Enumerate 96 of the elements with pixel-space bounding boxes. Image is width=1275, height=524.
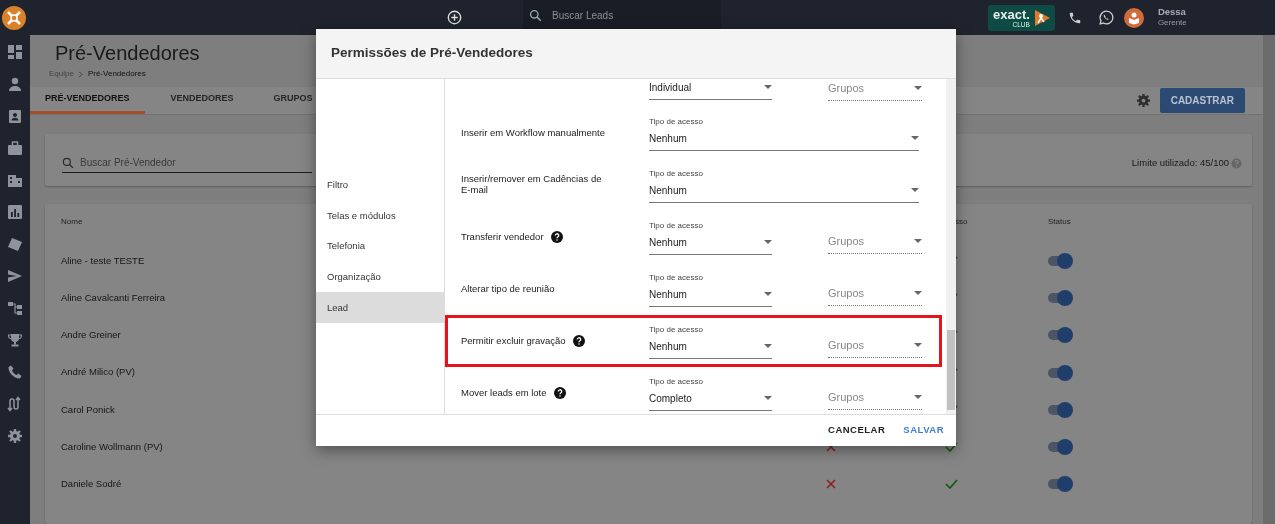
caret-icon bbox=[914, 343, 922, 348]
person-icon[interactable] bbox=[7, 76, 23, 92]
help-icon[interactable] bbox=[550, 231, 563, 243]
table-cell: André Milico (PV) bbox=[61, 365, 135, 380]
chevron-icon bbox=[77, 70, 84, 78]
permission-label: Permitir excluir gravação bbox=[461, 335, 566, 347]
nav-item[interactable]: Filtro bbox=[316, 170, 444, 201]
table-cell: Carol Ponick bbox=[61, 402, 115, 417]
caret-icon bbox=[764, 291, 772, 297]
column-header: Status bbox=[1048, 216, 1071, 228]
dashboard-icon[interactable] bbox=[7, 44, 23, 60]
table-cell: Andre Greiner bbox=[61, 328, 121, 343]
caret-icon bbox=[764, 239, 772, 245]
caret-icon bbox=[914, 85, 922, 91]
table-cell: Daniele Sodré bbox=[61, 477, 122, 492]
user-role: Gerente bbox=[1157, 18, 1187, 28]
groups-select[interactable]: Grupos bbox=[828, 232, 922, 254]
cancel-button[interactable]: CANCELAR bbox=[826, 421, 888, 440]
chart-icon[interactable] bbox=[7, 204, 23, 220]
chat-icon[interactable] bbox=[1097, 9, 1115, 26]
permission-label: Transferir vendedor bbox=[461, 231, 544, 243]
help-icon[interactable] bbox=[572, 335, 585, 347]
briefcase-icon[interactable] bbox=[7, 140, 23, 156]
access-select[interactable]: Nenhum bbox=[649, 285, 772, 307]
groups-select[interactable]: Grupos bbox=[828, 388, 922, 410]
field-label: Tipo de acesso bbox=[649, 115, 704, 128]
groups-select[interactable]: Grupos bbox=[828, 336, 922, 358]
tab[interactable]: GRUPOS bbox=[258, 87, 328, 114]
status-toggle[interactable] bbox=[1048, 442, 1072, 453]
register-button[interactable]: CADASTRAR bbox=[1159, 88, 1245, 113]
add-icon[interactable] bbox=[447, 10, 462, 25]
access-select[interactable]: Nenhum bbox=[649, 233, 772, 255]
caret-icon bbox=[764, 343, 772, 349]
field-label: Tipo de acesso bbox=[649, 219, 704, 232]
caret-icon bbox=[764, 395, 772, 401]
table-cell-text: Caroline Wollmann (PV) bbox=[61, 440, 163, 454]
status-toggle[interactable] bbox=[1048, 255, 1072, 266]
scrollbar[interactable] bbox=[1263, 35, 1275, 524]
caret-icon bbox=[914, 291, 922, 296]
limit-text: Limite utilizado: 45/100 bbox=[1131, 155, 1229, 170]
groups-select[interactable]: Grupos bbox=[828, 79, 922, 101]
settings-icon[interactable] bbox=[1135, 93, 1151, 108]
nav-item[interactable]: Lead bbox=[316, 292, 444, 323]
contact-card-icon[interactable] bbox=[7, 108, 23, 124]
avatar-icon[interactable] bbox=[1123, 7, 1144, 28]
page-title: Pré-Vendedores bbox=[55, 43, 200, 63]
access-select[interactable]: Completo bbox=[649, 389, 772, 411]
building-icon[interactable] bbox=[7, 172, 23, 188]
caret-icon bbox=[914, 395, 922, 400]
table-cell: Aline - teste TESTE bbox=[61, 253, 145, 268]
settings-icon[interactable] bbox=[7, 428, 23, 444]
column-header: Nome bbox=[61, 216, 83, 228]
caret-icon bbox=[911, 135, 919, 141]
tab[interactable]: VENDEDORES bbox=[155, 87, 249, 114]
hierarchy-icon[interactable] bbox=[7, 300, 23, 316]
help-icon[interactable] bbox=[553, 387, 566, 399]
groups-select[interactable]: Grupos bbox=[828, 284, 922, 306]
phone-icon[interactable] bbox=[7, 364, 23, 380]
logo-icon[interactable] bbox=[1, 4, 27, 31]
search-field[interactable]: Buscar Leads bbox=[523, 0, 721, 30]
field-label: Tipo de acesso bbox=[649, 375, 704, 388]
trophy-icon[interactable] bbox=[7, 332, 23, 348]
access-select[interactable]: Nenhum bbox=[649, 337, 772, 359]
caret-icon bbox=[764, 85, 772, 90]
user-name: Dessa bbox=[1157, 7, 1187, 19]
status-toggle[interactable] bbox=[1048, 330, 1072, 341]
nav-item[interactable]: Telas e módulos bbox=[316, 200, 444, 232]
status-toggle[interactable] bbox=[1048, 292, 1072, 303]
breadcrumb-current: Pré-Vendedores bbox=[87, 68, 146, 80]
table-cell-text: Aline Cavalcanti Ferreira bbox=[61, 290, 165, 305]
scrollbar[interactable] bbox=[946, 79, 956, 414]
nav-item[interactable]: Organização bbox=[316, 261, 444, 293]
permission-label: Inserir em Workflow manualmente bbox=[461, 127, 605, 139]
nav-item[interactable]: Telefonia bbox=[316, 231, 444, 262]
status-toggle[interactable] bbox=[1048, 367, 1072, 378]
tab[interactable]: PRÉ-VENDEDORES bbox=[30, 87, 145, 114]
permission-label: Inserir/remover em Cadências de E-mail bbox=[461, 174, 603, 196]
save-button[interactable]: SALVAR bbox=[901, 421, 946, 440]
field-label: Tipo de acesso bbox=[649, 271, 704, 284]
caret-icon bbox=[914, 239, 922, 244]
access-select[interactable]: Nenhum bbox=[649, 181, 919, 203]
send-icon[interactable] bbox=[7, 268, 23, 284]
access-select[interactable]: Nenhum bbox=[649, 129, 919, 151]
permission-label: Mover leads em lote bbox=[461, 387, 547, 399]
field-label: Tipo de acesso bbox=[649, 167, 704, 180]
field-label: Tipo de acesso bbox=[649, 323, 704, 336]
status-toggle[interactable] bbox=[1048, 479, 1072, 490]
phone-icon[interactable] bbox=[1067, 10, 1082, 25]
cards-icon[interactable] bbox=[7, 236, 23, 252]
search-icon bbox=[529, 8, 542, 22]
status-toggle[interactable] bbox=[1048, 404, 1072, 415]
route-icon[interactable] bbox=[7, 396, 23, 412]
permission-label: Alterar tipo de reunião bbox=[461, 283, 555, 295]
access-select[interactable]: Individual bbox=[649, 79, 772, 100]
dialog-title: Permissões de Pré-Vendedores bbox=[316, 29, 956, 79]
search-icon bbox=[62, 156, 74, 169]
